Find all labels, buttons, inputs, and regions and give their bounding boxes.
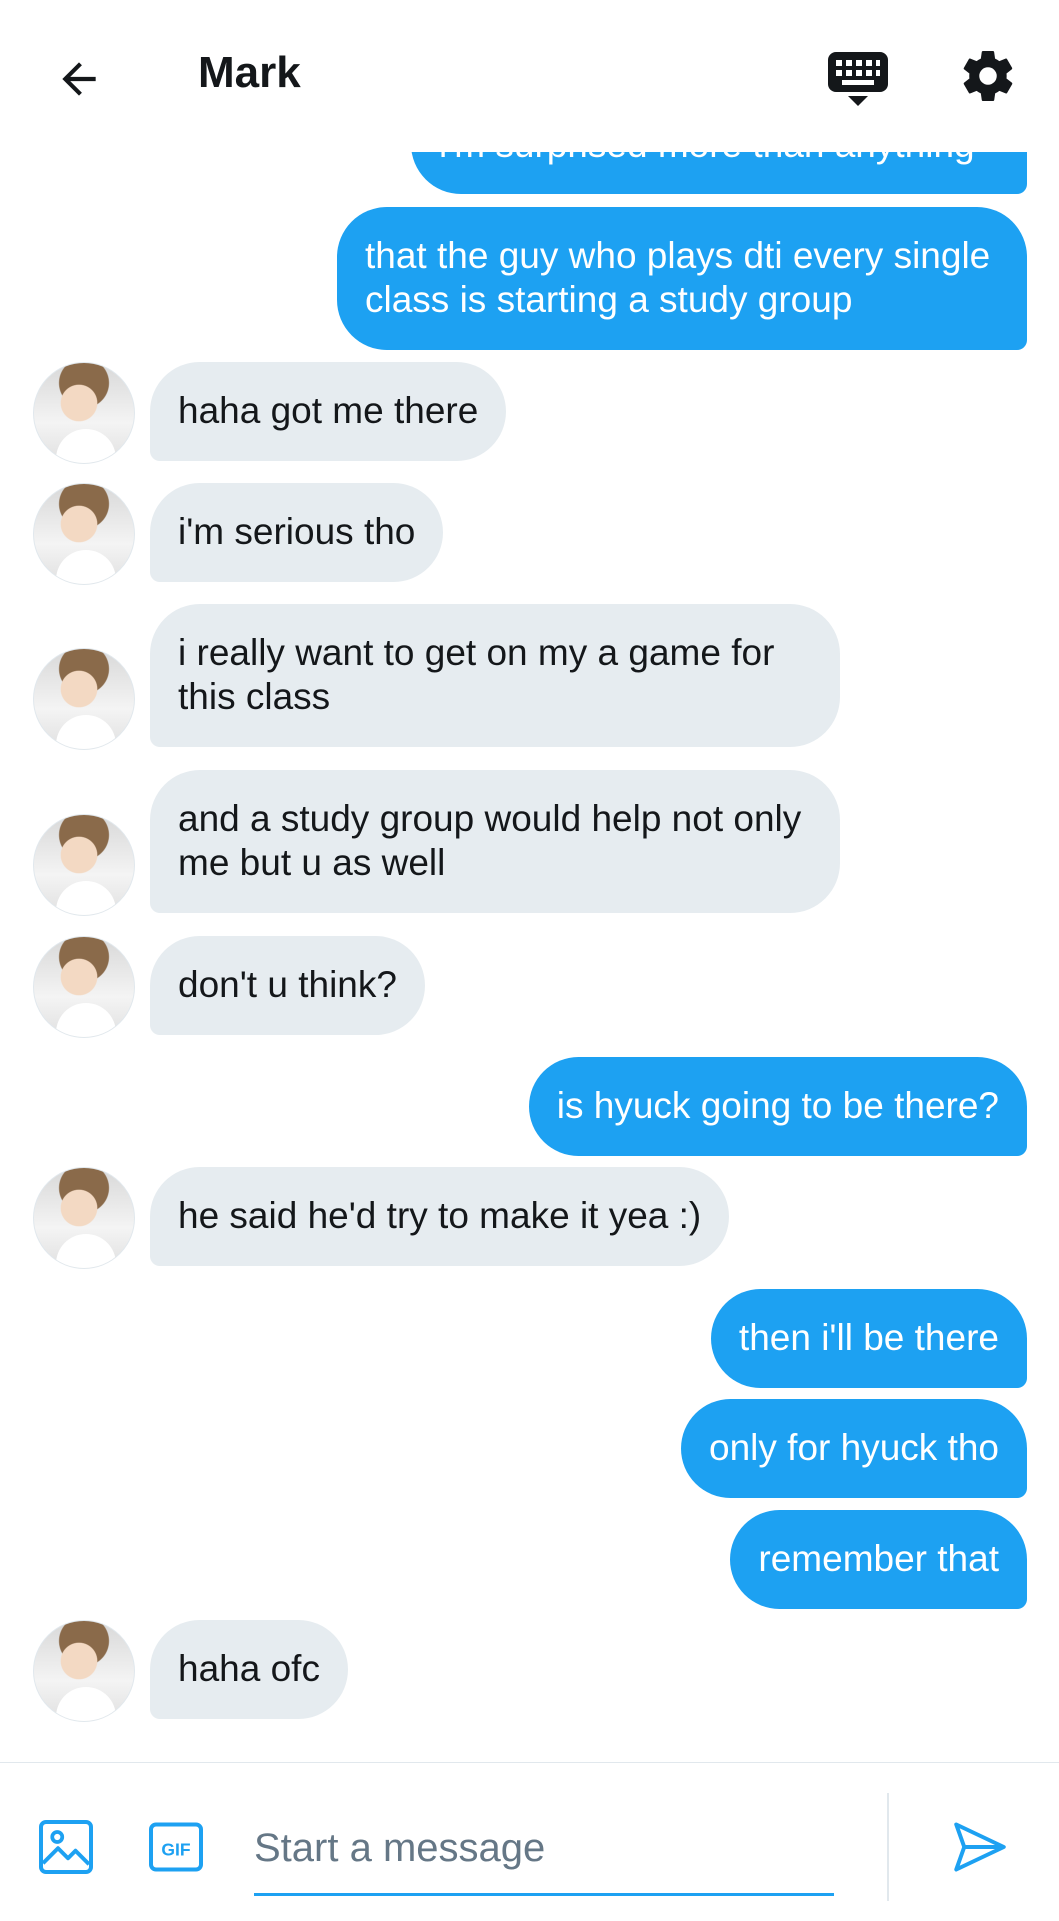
message-bubble: that the guy who plays dti every single … <box>337 207 1027 350</box>
message-received[interactable]: and a study group would help not only me… <box>150 770 840 913</box>
avatar[interactable] <box>33 362 135 464</box>
gif-label: GIF <box>161 1839 190 1859</box>
add-media-button[interactable] <box>36 1817 96 1877</box>
message-bubble: don't u think? <box>150 936 425 1035</box>
message-bubble: he said he'd try to make it yea :) <box>150 1167 730 1266</box>
message-received[interactable]: don't u think? <box>150 936 425 1035</box>
message-sent[interactable]: is hyuck going to be there? <box>528 1057 1027 1156</box>
message-bubble: is hyuck going to be there? <box>528 1057 1027 1156</box>
keyboard-icon <box>828 52 888 106</box>
settings-button[interactable] <box>958 46 1028 116</box>
message-bubble: remember that <box>730 1510 1027 1609</box>
conversation-header: Mark <box>0 0 1059 152</box>
message-bubble: then i'll be there <box>710 1289 1027 1388</box>
message-thread[interactable]: i'm surprised more than anything that th… <box>0 152 1059 1762</box>
avatar[interactable] <box>33 814 135 916</box>
message-sent[interactable]: i'm surprised more than anything <box>411 152 1027 194</box>
message-bubble: i'm serious tho <box>150 483 444 582</box>
avatar[interactable] <box>33 1620 135 1722</box>
gear-icon <box>963 51 1013 102</box>
send-button[interactable] <box>950 1817 1010 1877</box>
message-bubble: and a study group would help not only me… <box>150 770 840 913</box>
avatar[interactable] <box>33 648 135 750</box>
message-composer: GIF <box>0 1762 1059 1921</box>
message-bubble: i really want to get on my a game for th… <box>150 604 840 747</box>
avatar[interactable] <box>33 936 135 1038</box>
arrow-left-icon <box>62 62 96 96</box>
image-icon <box>39 1820 93 1874</box>
message-sent[interactable]: then i'll be there <box>710 1289 1027 1388</box>
composer-divider <box>887 1793 889 1901</box>
message-bubble: only for hyuck tho <box>681 1399 1027 1498</box>
message-received[interactable]: i'm serious tho <box>150 483 444 582</box>
add-gif-button[interactable]: GIF <box>146 1817 206 1877</box>
message-sent[interactable]: that the guy who plays dti every single … <box>337 207 1027 350</box>
message-bubble: haha got me there <box>150 362 507 461</box>
avatar[interactable] <box>33 483 135 585</box>
message-received[interactable]: he said he'd try to make it yea :) <box>150 1167 730 1266</box>
message-input-wrapper <box>254 1803 834 1896</box>
message-sent[interactable]: only for hyuck tho <box>681 1399 1027 1498</box>
avatar[interactable] <box>33 1167 135 1269</box>
gif-icon: GIF <box>149 1822 203 1872</box>
send-icon <box>954 1822 1006 1872</box>
conversation-title[interactable]: Mark <box>198 48 301 98</box>
message-input[interactable] <box>254 1803 834 1893</box>
message-received[interactable]: i really want to get on my a game for th… <box>150 604 840 747</box>
message-received[interactable]: haha ofc <box>150 1620 348 1719</box>
message-received[interactable]: haha got me there <box>150 362 507 461</box>
keyboard-shortcuts-button[interactable] <box>826 46 896 116</box>
back-button[interactable] <box>44 44 114 114</box>
message-sent[interactable]: remember that <box>730 1510 1027 1609</box>
message-bubble: haha ofc <box>150 1620 348 1719</box>
message-bubble: i'm surprised more than anything <box>411 152 1027 194</box>
